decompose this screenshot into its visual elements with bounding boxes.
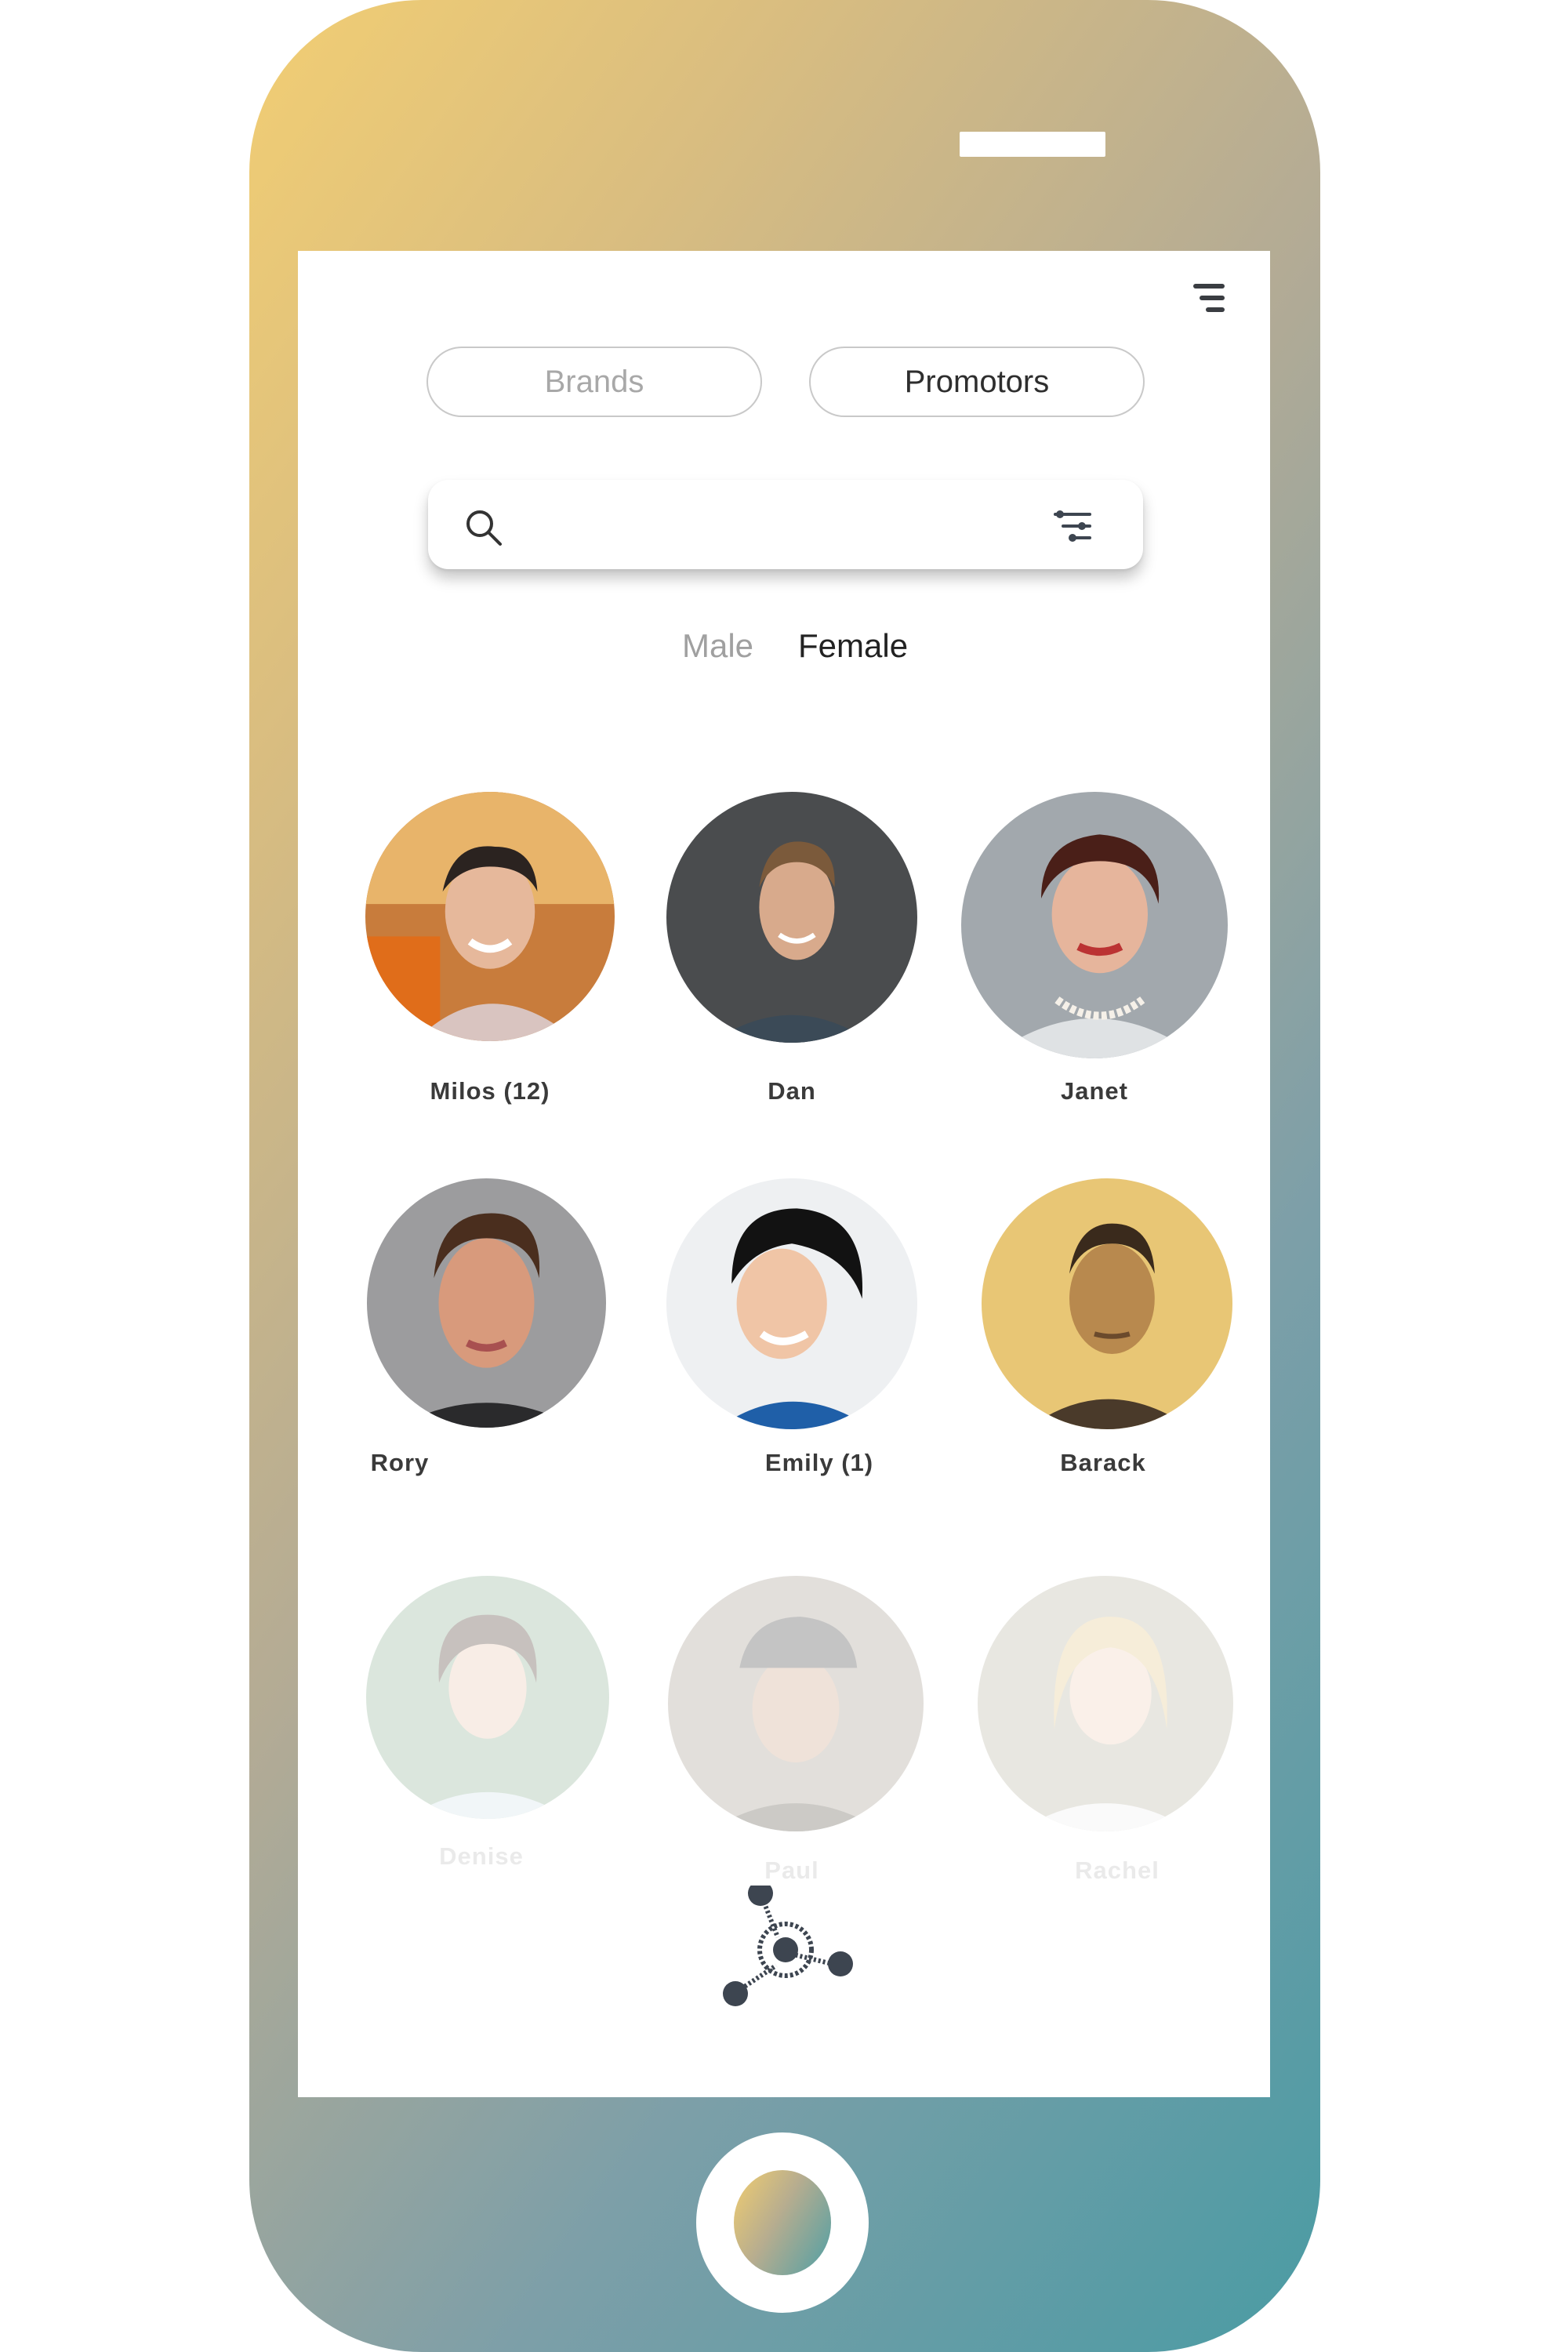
portrait-photo [365,792,615,1041]
person-card-denise[interactable]: Denise [354,1576,621,1870]
avatar [982,1178,1232,1429]
person-card-paul[interactable]: Paul [662,1576,929,1884]
portrait-photo [982,1178,1232,1429]
filter-female[interactable]: Female [798,627,908,665]
tab-brands[interactable]: Brands [426,347,762,417]
filter-male[interactable]: Male [682,627,753,665]
portrait-photo [366,1178,606,1428]
avatar [666,1178,917,1429]
home-button[interactable] [696,2132,869,2313]
home-button-inner [734,2170,831,2275]
person-name: Denise [439,1842,524,1870]
portrait-photo [978,1576,1233,1831]
tab-promotors[interactable]: Promotors [809,347,1145,417]
hamburger-menu-icon[interactable] [1193,284,1225,312]
portrait-photo [961,792,1228,1058]
phone-speaker [960,132,1105,157]
avatar [366,1178,606,1428]
person-name: Paul [764,1857,819,1884]
avatar [366,1576,609,1819]
network-hub-icon[interactable] [721,1886,866,2031]
avatar [365,792,615,1041]
person-name: Emily (1) [764,1449,874,1476]
filter-icon[interactable] [1052,506,1093,546]
app-screen: Brands Promotors Male Female Milos (12) … [298,251,1270,2097]
avatar [961,792,1228,1058]
portrait-photo [666,792,917,1043]
search-bar[interactable] [428,480,1143,569]
search-icon[interactable] [464,508,503,547]
portrait-photo [666,1178,917,1429]
person-name: Janet [1061,1077,1128,1105]
person-name: Rory [370,1449,430,1476]
person-name: Milos (12) [430,1077,550,1105]
person-card-janet[interactable]: Janet [961,792,1228,1105]
person-name: Barack [1060,1449,1146,1476]
person-card-barack[interactable]: Barack [974,1178,1240,1476]
person-card-milos[interactable]: Milos (12) [357,792,623,1105]
person-name: Dan [768,1077,816,1105]
portrait-photo [668,1576,924,1831]
person-card-emily[interactable]: Emily (1) [659,1178,925,1476]
person-card-dan[interactable]: Dan [659,792,925,1105]
avatar [978,1576,1233,1831]
avatar [668,1576,924,1831]
portrait-photo [366,1576,609,1819]
person-card-rory[interactable]: Rory [353,1178,619,1476]
avatar [666,792,917,1043]
person-card-rachel[interactable]: Rachel [972,1576,1239,1884]
person-name: Rachel [1075,1857,1160,1884]
